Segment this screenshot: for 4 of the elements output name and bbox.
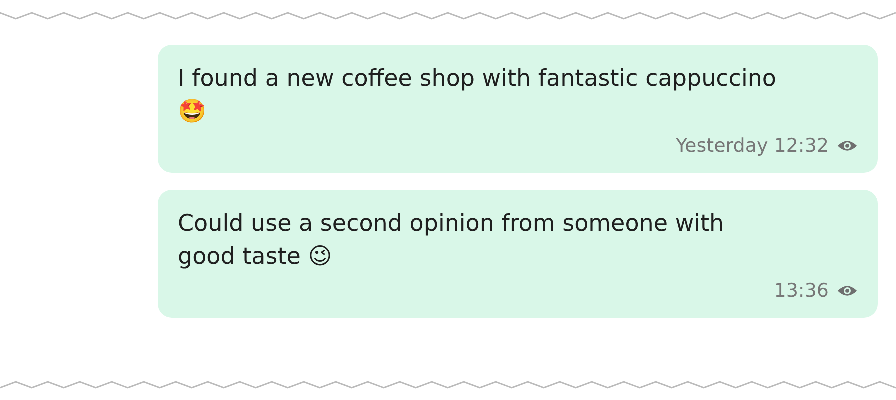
- message-text: I found a new coffee shop with fantastic cappuccino 🤩: [178, 65, 778, 127]
- message-time: 13:36: [774, 280, 829, 302]
- message-text: Could use a second opinion from someone with good taste 😉: [178, 210, 726, 272]
- message-time: Yesterday 12:32: [676, 135, 829, 157]
